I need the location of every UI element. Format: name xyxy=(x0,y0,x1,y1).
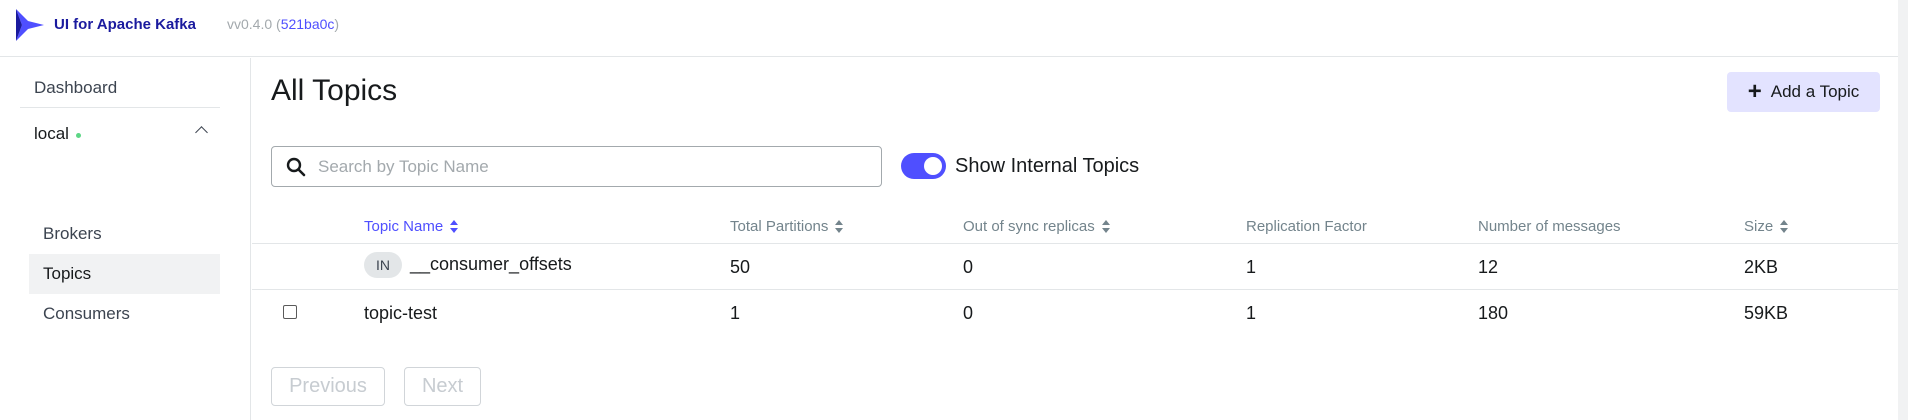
table-row[interactable]: IN __consumer_offsets 50 0 1 12 2KB xyxy=(252,244,1898,290)
partitions-cell: 1 xyxy=(730,303,741,323)
search-icon xyxy=(286,157,306,177)
search-input[interactable] xyxy=(318,155,868,179)
version-label: vv0.4.0 (521ba0c) xyxy=(227,16,340,32)
table-header: Topic Name Total Partitions Out of sync … xyxy=(252,208,1898,244)
topics-table: Topic Name Total Partitions Out of sync … xyxy=(252,208,1898,336)
sidebar: Dashboard local Brokers Topics Consumers xyxy=(0,58,251,420)
out-of-sync-cell: 0 xyxy=(963,303,974,323)
column-header-number-of-messages: Number of messages xyxy=(1478,218,1621,235)
internal-badge: IN xyxy=(364,252,402,278)
sidebar-item-label: Dashboard xyxy=(34,77,118,97)
sidebar-item-brokers[interactable]: Brokers xyxy=(29,214,220,254)
previous-page-button[interactable]: Previous xyxy=(271,367,385,406)
sort-icon xyxy=(450,220,459,233)
toggle-knob xyxy=(924,157,942,175)
sort-icon xyxy=(1780,220,1789,233)
sidebar-cluster-local[interactable]: local xyxy=(20,114,220,154)
column-header-out-of-sync[interactable]: Out of sync replicas xyxy=(963,218,1111,235)
next-page-button[interactable]: Next xyxy=(404,367,481,406)
search-box xyxy=(271,146,882,187)
sort-icon xyxy=(835,220,844,233)
sidebar-item-dashboard[interactable]: Dashboard xyxy=(20,68,220,108)
kafka-logo-icon[interactable] xyxy=(14,7,46,43)
sidebar-item-consumers[interactable]: Consumers xyxy=(29,294,220,334)
replication-cell: 1 xyxy=(1246,257,1257,277)
sort-icon xyxy=(1101,220,1111,233)
cluster-name: local xyxy=(34,124,69,143)
column-header-topic-name[interactable]: Topic Name xyxy=(364,218,459,235)
page-title: All Topics xyxy=(271,74,398,107)
toggle-label: Show Internal Topics xyxy=(955,155,1140,177)
scrollbar-track[interactable] xyxy=(1898,0,1908,420)
partitions-cell: 50 xyxy=(730,257,751,277)
add-topic-label: Add a Topic xyxy=(1770,82,1860,101)
sidebar-item-label: Consumers xyxy=(43,304,130,323)
show-internal-topics-toggle[interactable] xyxy=(901,153,946,179)
size-cell: 2KB xyxy=(1744,257,1779,277)
topic-name[interactable]: __consumer_offsets xyxy=(410,254,572,274)
add-topic-button[interactable]: + Add a Topic xyxy=(1727,72,1880,112)
size-cell: 59KB xyxy=(1744,303,1789,323)
navbar: UI for Apache Kafka vv0.4.0 (521ba0c) xyxy=(0,0,1898,57)
column-header-size[interactable]: Size xyxy=(1744,218,1789,235)
topic-name-cell[interactable]: IN __consumer_offsets xyxy=(364,252,572,278)
replication-cell: 1 xyxy=(1246,303,1257,323)
sidebar-item-label: Brokers xyxy=(43,224,102,243)
sidebar-item-label: Topics xyxy=(43,264,92,283)
out-of-sync-cell: 0 xyxy=(963,257,974,277)
plus-icon: + xyxy=(1747,78,1762,105)
topic-name[interactable]: topic-test xyxy=(364,303,437,324)
row-checkbox[interactable] xyxy=(283,305,297,319)
messages-cell: 12 xyxy=(1478,257,1499,277)
column-header-total-partitions[interactable]: Total Partitions xyxy=(730,218,844,235)
column-header-replication-factor: Replication Factor xyxy=(1246,218,1367,235)
chevron-up-icon[interactable] xyxy=(195,126,208,139)
messages-cell: 180 xyxy=(1478,303,1509,323)
sidebar-item-topics[interactable]: Topics xyxy=(29,254,220,294)
cluster-status-dot xyxy=(75,132,81,138)
brand-title[interactable]: UI for Apache Kafka xyxy=(54,16,196,33)
table-row[interactable]: topic-test 1 0 1 180 59KB xyxy=(252,290,1898,336)
commit-link[interactable]: 521ba0c xyxy=(281,16,335,32)
